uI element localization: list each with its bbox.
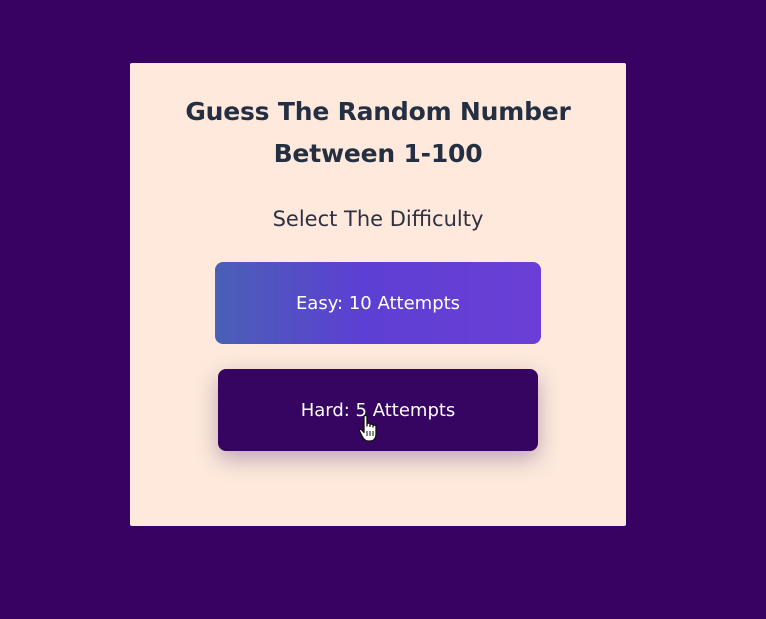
title-line-1: Guess The Random Number: [185, 97, 571, 126]
title-line-2: Between 1-100: [273, 139, 483, 168]
hard-difficulty-button[interactable]: Hard: 5 Attempts: [218, 369, 538, 451]
easy-difficulty-button[interactable]: Easy: 10 Attempts: [215, 262, 541, 344]
page-title: Guess The Random Number Between 1-100: [130, 91, 626, 175]
difficulty-prompt: Select The Difficulty: [272, 207, 484, 231]
game-card: Guess The Random Number Between 1-100 Se…: [130, 63, 626, 526]
